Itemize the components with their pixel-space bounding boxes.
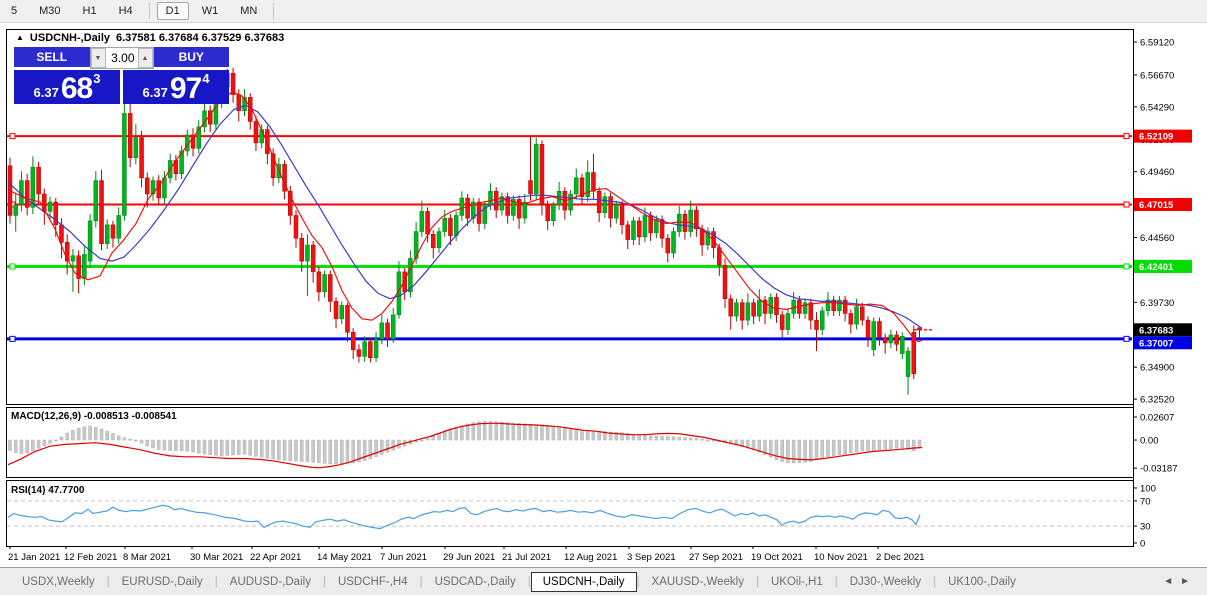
sell-price-prefix: 6.37 — [34, 83, 59, 102]
sell-price-pip: 3 — [93, 71, 100, 86]
date-label: 14 May 2021 — [317, 552, 372, 563]
toolbar-separator — [273, 3, 274, 19]
price-tag-6.37007: 6.37007 — [1134, 336, 1192, 349]
timeframe-button-mn[interactable]: MN — [231, 2, 266, 20]
macd-axis-tick: 0.02607 — [1140, 413, 1174, 424]
price-tag-6.37683: 6.37683 — [1134, 323, 1192, 336]
hline-anchor[interactable] — [10, 264, 15, 269]
rsi-pane[interactable] — [7, 481, 1134, 547]
macd-axis-tick: -0.03187 — [1140, 464, 1178, 475]
price-axis-tick: 6.54290 — [1140, 102, 1174, 113]
buy-price-main: 97 — [170, 75, 201, 102]
date-axis[interactable]: 21 Jan 2021 12 Feb 2021 8 Mar 2021 30 Mar 2… — [8, 546, 925, 563]
buy-button[interactable]: BUY — [154, 47, 230, 69]
chart-tab-xauusd-weekly[interactable]: XAUUSD-,Weekly — [640, 572, 756, 592]
svg-text:6.37683: 6.37683 — [1139, 325, 1173, 336]
timeframe-button-5[interactable]: 5 — [2, 2, 26, 20]
volume-input[interactable] — [106, 48, 138, 68]
collapse-arrow-icon[interactable]: ▲ — [16, 34, 24, 42]
price-axis-tick: 6.56670 — [1140, 70, 1174, 81]
price-axis-tick: 6.59120 — [1140, 38, 1174, 49]
timeframe-button-m30[interactable]: M30 — [30, 2, 69, 20]
hline-anchor[interactable] — [10, 336, 15, 341]
svg-text:6.42401: 6.42401 — [1139, 262, 1174, 273]
date-label: 21 Jan 2021 — [8, 552, 60, 563]
tab-scroll-arrows[interactable]: ◄► — [1163, 576, 1197, 587]
chart-tab-bar: USDX,Weekly|EURUSD-,Daily|AUDUSD-,Daily|… — [0, 567, 1207, 595]
mt4-chart-window: { "toolbar": { "items": [ {"label": "5"}… — [0, 0, 1207, 595]
chart-tab-usdx-weekly[interactable]: USDX,Weekly — [10, 572, 107, 592]
buy-price-prefix: 6.37 — [143, 83, 168, 102]
chart-tab-usdcnh-daily[interactable]: USDCNH-,Daily — [531, 572, 637, 592]
date-label: 8 Mar 2021 — [123, 552, 171, 563]
buy-price-button[interactable]: 6.37 97 4 — [123, 70, 229, 104]
volume-increase-button[interactable]: ▲ — [138, 48, 153, 68]
chart-tab-usdcad-daily[interactable]: USDCAD-,Daily — [423, 572, 528, 592]
date-label: 12 Aug 2021 — [564, 552, 617, 563]
date-label: 30 Mar 2021 — [190, 552, 243, 563]
chart-symbol-title: USDCNH-,Daily — [30, 32, 110, 44]
rsi-axis-tick: 70 — [1140, 496, 1151, 507]
svg-text:6.52109: 6.52109 — [1139, 132, 1173, 143]
chart-tab-audusd-daily[interactable]: AUDUSD-,Daily — [218, 572, 323, 592]
price-axis-tick: 6.44560 — [1140, 233, 1174, 244]
sell-price-button[interactable]: 6.37 68 3 — [14, 70, 120, 104]
price-axis[interactable]: 6.591206.566706.542906.518406.494606.445… — [1133, 30, 1192, 550]
rsi-axis-tick: 30 — [1140, 522, 1151, 533]
chart-ohlc-values: 6.37581 6.37684 6.37529 6.37683 — [116, 32, 284, 44]
rsi-axis-tick: 100 — [1140, 484, 1156, 495]
timeframe-toolbar: 5M30 H1H4 D1W1MN — [0, 0, 1207, 23]
volume-spinner: ▼ ▲ — [90, 47, 154, 69]
date-label: 29 Jun 2021 — [443, 552, 495, 563]
price-tag-6.47015: 6.47015 — [1134, 198, 1192, 211]
rsi-indicator-label: RSI(14) 47.7700 — [11, 485, 84, 496]
macd-indicator-label: MACD(12,26,9) -0.008513 -0.008541 — [11, 411, 177, 422]
sell-button[interactable]: SELL — [14, 47, 90, 69]
rsi-axis-tick: 0 — [1140, 539, 1145, 550]
date-label: 19 Oct 2021 — [751, 552, 803, 563]
date-label: 27 Sep 2021 — [689, 552, 743, 563]
chart-tab-ukoil-h1[interactable]: UKOil-,H1 — [759, 572, 835, 592]
date-label: 10 Nov 2021 — [814, 552, 868, 563]
price-tag-6.52109: 6.52109 — [1134, 130, 1192, 143]
date-label: 3 Sep 2021 — [627, 552, 676, 563]
svg-text:6.47015: 6.47015 — [1139, 200, 1174, 211]
price-axis-tick: 6.34900 — [1140, 363, 1174, 374]
hline-anchor[interactable] — [10, 134, 15, 139]
date-label: 21 Jul 2021 — [502, 552, 551, 563]
timeframe-button-w1[interactable]: W1 — [193, 2, 228, 20]
one-click-trade-panel: SELL ▼ ▲ BUY 6.37 68 3 6.37 97 4 — [14, 47, 229, 104]
chart-header: ▲ USDCNH-,Daily 6.37581 6.37684 6.37529 … — [16, 32, 284, 44]
buy-price-pip: 4 — [202, 71, 209, 86]
hline-anchor[interactable] — [1124, 134, 1129, 139]
date-label: 2 Dec 2021 — [876, 552, 925, 563]
price-tag-6.42401: 6.42401 — [1134, 260, 1192, 273]
hline-anchor[interactable] — [1124, 264, 1129, 269]
chart-tab-dj30-weekly[interactable]: DJ30-,Weekly — [838, 572, 933, 592]
sell-price-main: 68 — [61, 75, 92, 102]
svg-text:6.37007: 6.37007 — [1139, 338, 1173, 349]
price-axis-tick: 6.32520 — [1140, 395, 1174, 406]
date-label: 22 Apr 2021 — [250, 552, 301, 563]
hline-anchor[interactable] — [1124, 202, 1129, 207]
chart-tab-usdchf-h4[interactable]: USDCHF-,H4 — [326, 572, 420, 592]
toolbar-separator — [149, 3, 150, 19]
date-label: 7 Jun 2021 — [380, 552, 427, 563]
macd-axis-tick: 0.00 — [1140, 436, 1159, 447]
volume-decrease-button[interactable]: ▼ — [91, 48, 106, 68]
chart-tab-eurusd-daily[interactable]: EURUSD-,Daily — [110, 572, 215, 592]
timeframe-button-d1[interactable]: D1 — [157, 2, 189, 20]
date-label: 12 Feb 2021 — [64, 552, 117, 563]
timeframe-button-h1[interactable]: H1 — [74, 2, 106, 20]
price-axis-tick: 6.39730 — [1140, 298, 1174, 309]
timeframe-button-h4[interactable]: H4 — [110, 2, 142, 20]
chart-tab-uk100-daily[interactable]: UK100-,Daily — [936, 572, 1028, 592]
price-axis-tick: 6.49460 — [1140, 167, 1174, 178]
hline-anchor[interactable] — [1124, 336, 1129, 341]
